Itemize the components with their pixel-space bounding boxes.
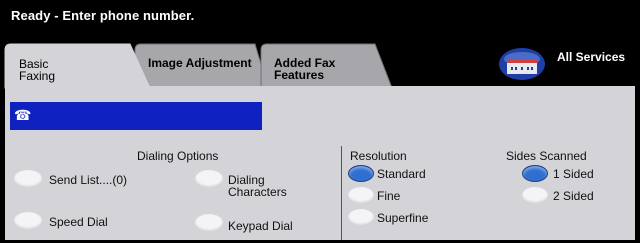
sides-scanned-title: Sides Scanned [506,149,587,163]
keypad-dial-label: Keypad Dial [228,219,293,233]
resolution-fine-label: Fine [377,189,401,203]
resolution-standard-option[interactable]: Standard [348,164,458,184]
resolution-standard-oval [348,165,374,182]
sides-1-sided-option[interactable]: 1 Sided [522,164,622,184]
tab-added-fax-features-label: Added Fax Features [274,56,336,82]
speed-dial-label: Speed Dial [49,215,108,229]
tab-added-fax-features[interactable]: Added Fax Features [262,44,390,88]
phone-number-field[interactable]: ☎ [10,102,262,130]
resolution-standard-label: Standard [377,167,426,181]
all-services-label: All Services [557,50,626,64]
tab-image-adjustment[interactable]: Image Adjustment [136,44,264,88]
send-list-button[interactable]: Send List....(0) [14,168,174,190]
resolution-superfine-oval [348,209,374,225]
send-list-oval [14,170,42,187]
resolution-superfine-label: Superfine [377,211,429,225]
resolution-fine-option[interactable]: Fine [348,186,458,206]
tab-basic-faxing-label: Basic Faxing [19,57,56,83]
keypad-dial-oval [195,214,223,231]
speed-dial-oval [14,212,42,229]
resolution-superfine-option[interactable]: Superfine [348,208,458,228]
send-list-label: Send List....(0) [49,173,128,187]
tab-image-adjustment-label: Image Adjustment [148,56,252,70]
resolution-fine-oval [348,187,374,203]
sides-2-sided-oval [522,187,548,203]
section-divider [341,146,342,240]
dialing-options-title: Dialing Options [137,149,219,163]
tab-basic-faxing[interactable]: Basic Faxing [5,44,145,88]
sides-2-sided-option[interactable]: 2 Sided [522,186,622,206]
speed-dial-button[interactable]: Speed Dial [14,210,144,232]
sides-2-sided-label: 2 Sided [553,189,594,203]
keypad-dial-button[interactable]: Keypad Dial [195,214,325,236]
sides-1-sided-oval [522,165,548,182]
sides-1-sided-label: 1 Sided [553,167,594,181]
dialing-characters-button[interactable]: Dialing Characters [195,168,315,202]
resolution-title: Resolution [350,149,407,163]
all-services-button[interactable]: All Services [498,44,636,86]
all-services-icon [499,48,545,80]
dialing-characters-oval [195,170,223,187]
telephone-icon: ☎ [14,107,32,123]
dialing-characters-label: Dialing Characters [228,173,287,199]
